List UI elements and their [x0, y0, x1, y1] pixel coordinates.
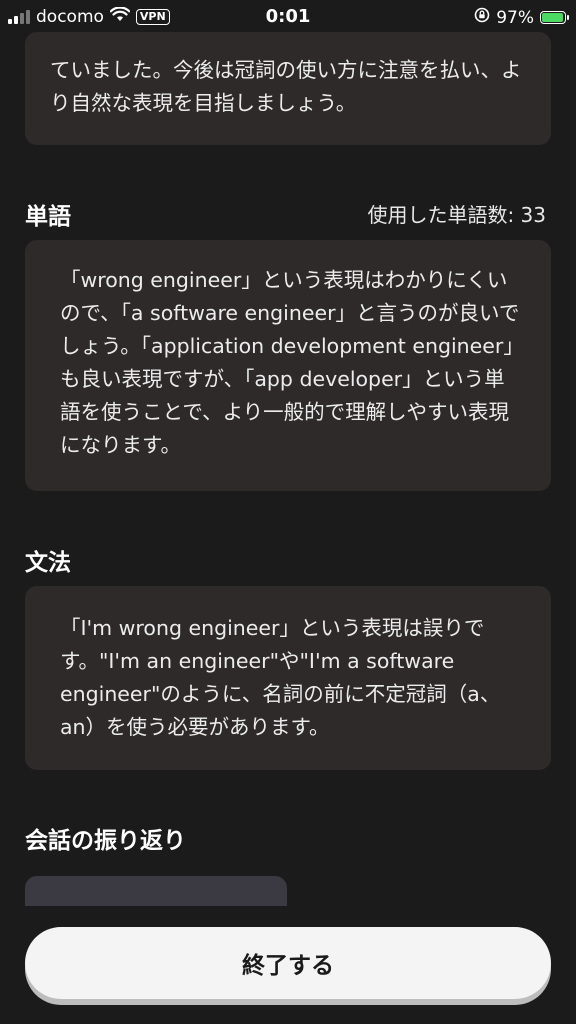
- words-feedback-card: 「wrong engineer」という表現はわかりにくいので、「a softwa…: [25, 240, 551, 491]
- status-bar: docomo VPN 0:01 97%: [0, 0, 576, 34]
- battery-level: [542, 13, 564, 22]
- finish-button[interactable]: 終了する: [25, 927, 551, 999]
- word-count-label: 使用した単語数: 33: [367, 203, 546, 227]
- words-feedback-text: 「wrong engineer」という表現はわかりにくいので、「a softwa…: [60, 268, 520, 457]
- feedback-summary-card: ていました。今後は冠詞の使い方に注意を払い、より自然な表現を目指しましょう。: [25, 32, 551, 145]
- conversation-review-preview[interactable]: [25, 876, 287, 906]
- grammar-feedback-text: 「I'm wrong engineer」という表現は誤りです。"I'm an e…: [60, 616, 501, 739]
- feedback-summary-text: ていました。今後は冠詞の使い方に注意を払い、より自然な表現を目指しましょう。: [50, 58, 522, 115]
- grammar-section-title: 文法: [25, 550, 71, 576]
- grammar-feedback-card: 「I'm wrong engineer」という表現は誤りです。"I'm an e…: [25, 586, 551, 770]
- battery-percent: 97%: [496, 7, 534, 28]
- conversation-review-title: 会話の振り返り: [25, 828, 186, 854]
- words-section-title: 単語: [25, 204, 71, 230]
- battery-charging-icon: [540, 11, 569, 24]
- status-bar-right: 97%: [474, 7, 569, 28]
- conversation-feedback-screen: docomo VPN 0:01 97% ていました。今後は冠詞の使い方に注意を払…: [0, 0, 576, 1024]
- orientation-lock-icon: [474, 7, 490, 28]
